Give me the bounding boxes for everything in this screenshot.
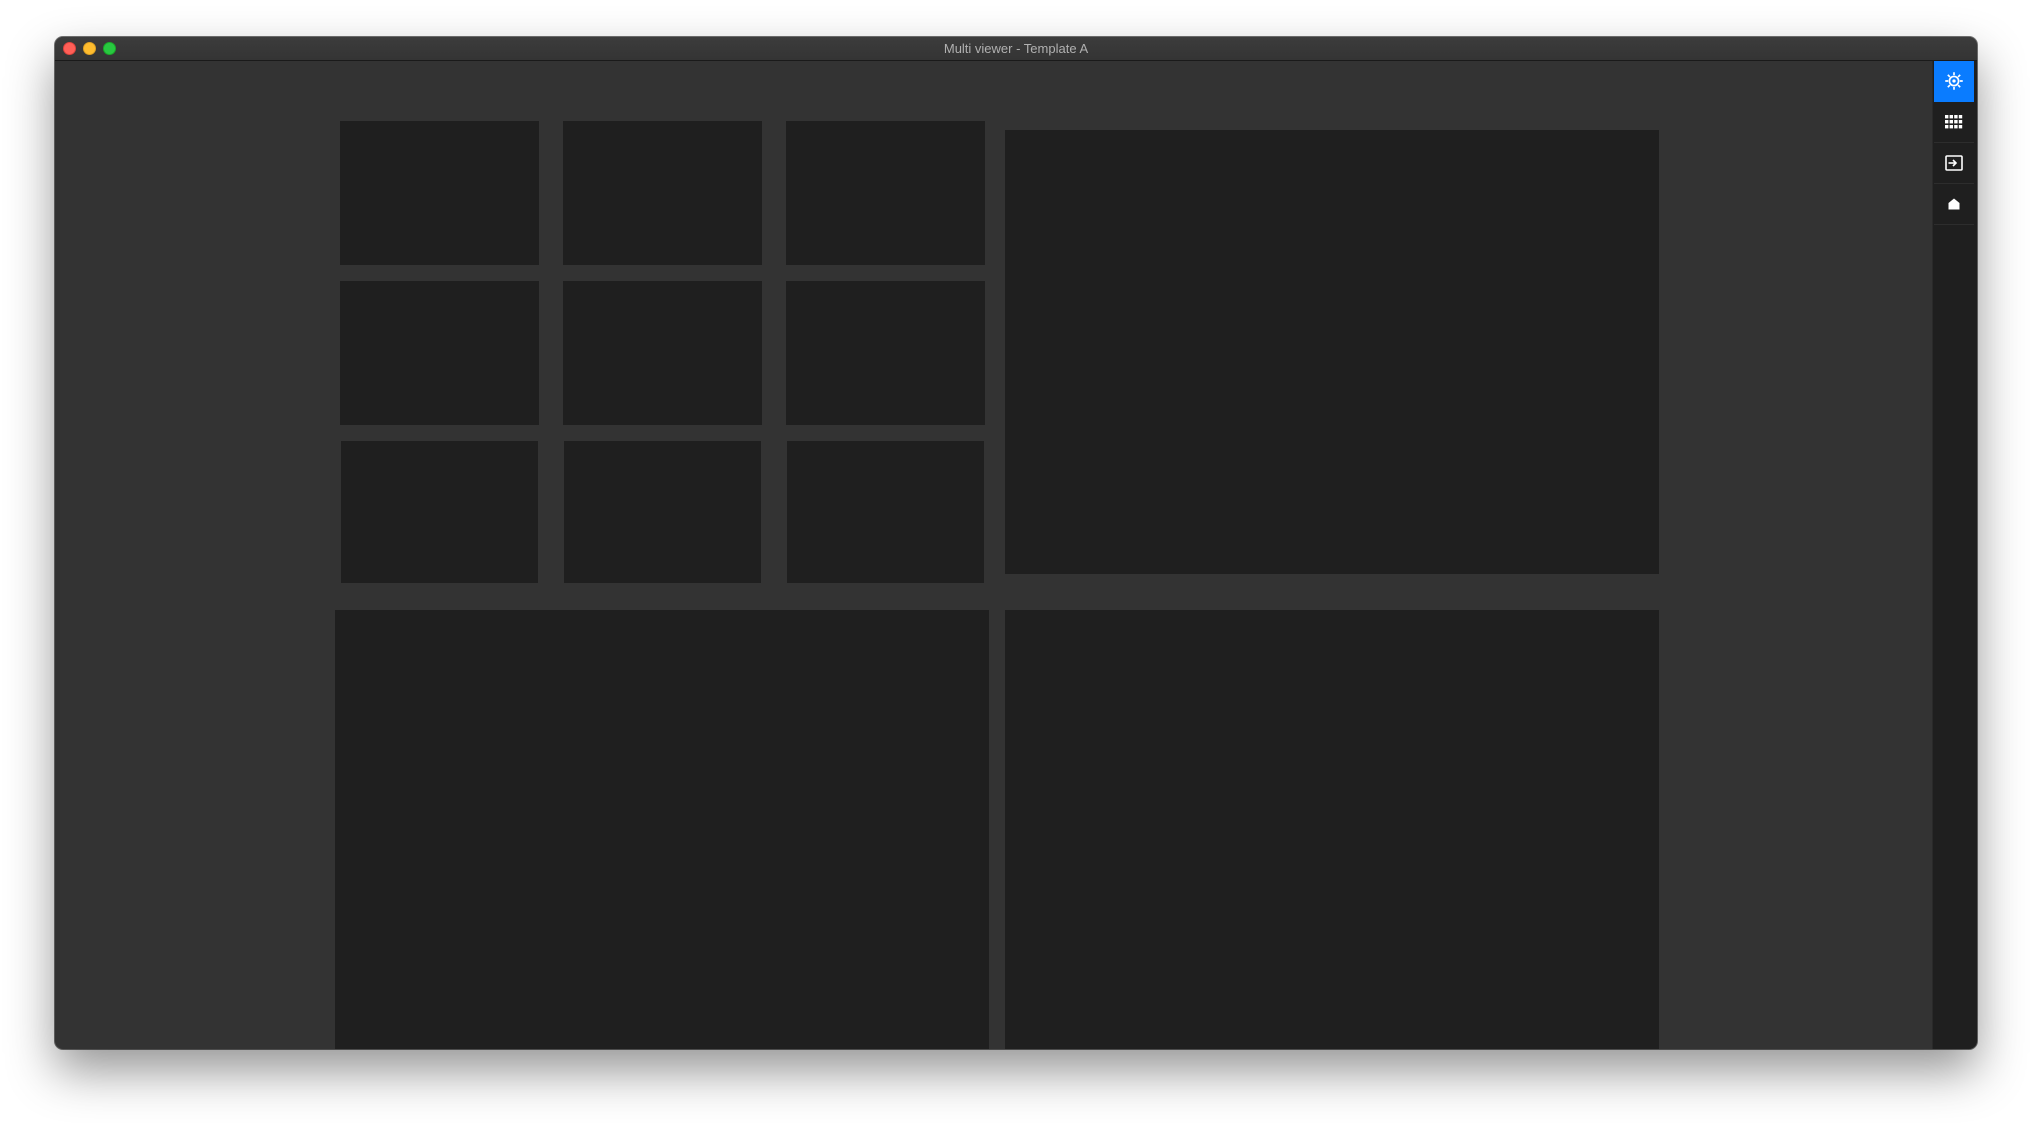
window-title: Multi viewer - Template A — [943, 41, 1089, 56]
input-icon — [1945, 155, 1963, 171]
viewer-tile[interactable] — [787, 441, 984, 583]
title-bar[interactable]: Multi viewer - Template A — [55, 37, 1977, 61]
viewer-tile[interactable] — [786, 281, 985, 425]
grid-icon — [1945, 115, 1963, 129]
viewer-tile-large[interactable] — [335, 610, 989, 1049]
viewer-tile[interactable] — [786, 121, 985, 265]
input-source-button[interactable] — [1934, 143, 1974, 184]
viewer-tile-large[interactable] — [1005, 130, 1659, 574]
viewer-tile[interactable] — [341, 441, 538, 583]
viewer-layout — [55, 61, 1932, 1049]
viewer-tile[interactable] — [563, 121, 762, 265]
viewer-tile-large[interactable] — [1005, 610, 1659, 1049]
gear-icon — [1945, 72, 1963, 90]
viewer-tile[interactable] — [563, 281, 762, 425]
home-icon — [1948, 198, 1960, 210]
app-window: Multi viewer - Template A — [55, 37, 1977, 1049]
right-toolbar — [1932, 61, 1977, 1049]
layout-grid-button[interactable] — [1934, 102, 1974, 143]
viewer-tile[interactable] — [564, 441, 761, 583]
home-button[interactable] — [1934, 184, 1974, 225]
settings-button[interactable] — [1934, 61, 1974, 102]
viewer-tile[interactable] — [340, 121, 539, 265]
viewer-tile[interactable] — [340, 281, 539, 425]
